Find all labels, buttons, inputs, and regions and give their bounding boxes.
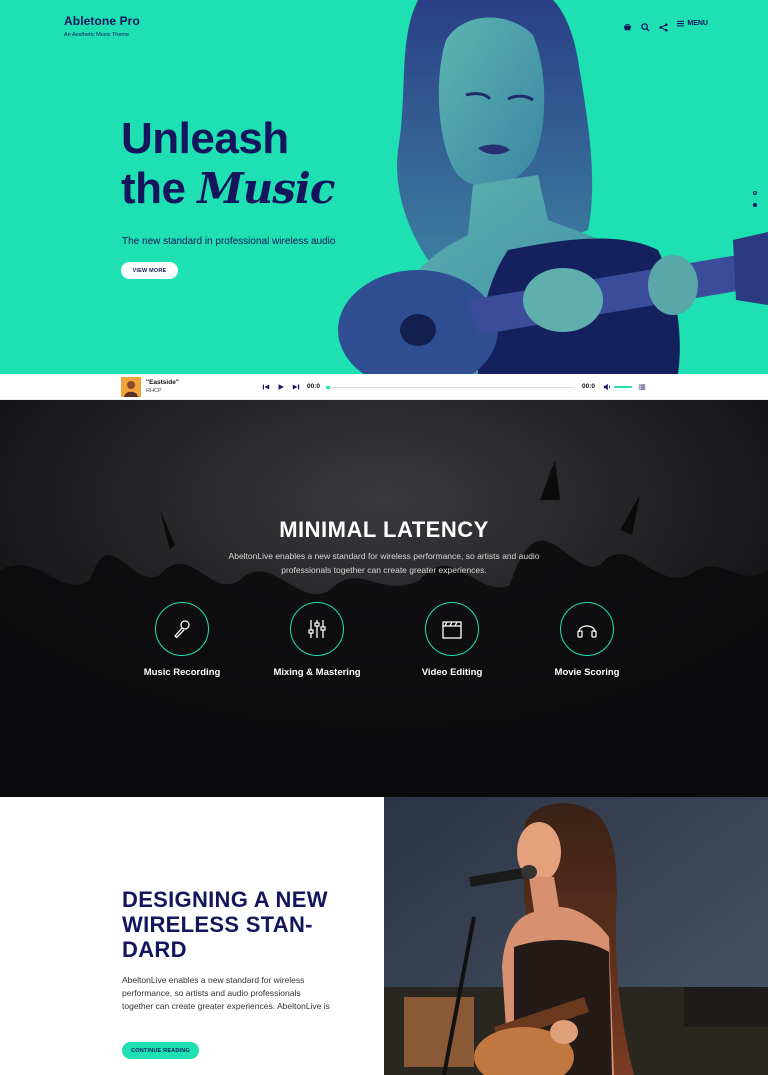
- hero-headline-line2: the Music: [121, 164, 335, 214]
- hero-subtitle: The new standard in professional wireles…: [122, 236, 336, 247]
- hero-section: Abletone Pro An Aesthetic Music Theme ME…: [0, 0, 768, 374]
- feature-label: Movie Scoring: [554, 667, 620, 678]
- slide-dot-1[interactable]: [753, 191, 757, 195]
- slider-pagination: [753, 191, 757, 215]
- play-icon[interactable]: [277, 383, 285, 391]
- slide-dot-2[interactable]: [753, 203, 757, 207]
- microphone-icon: [174, 620, 190, 639]
- track-title: "Eastside": [146, 379, 179, 386]
- headphones-icon: [577, 625, 597, 638]
- album-art-image: [121, 377, 141, 397]
- singer-photo: [384, 797, 768, 1075]
- feature-icon-circle: [155, 602, 209, 656]
- site-tagline: An Aesthetic Music Theme: [64, 32, 130, 38]
- sliders-icon: [308, 620, 326, 638]
- hero-guitarist-image: [338, 0, 768, 374]
- progress-handle[interactable]: [326, 386, 330, 389]
- share-icon[interactable]: [659, 19, 668, 32]
- feature-label: Mixing & Mastering: [273, 667, 361, 678]
- concert-crowd-background: [0, 400, 768, 797]
- feature-label: Music Recording: [143, 667, 221, 678]
- menu-label: MENU: [687, 20, 708, 27]
- view-more-button[interactable]: VIEW MORE: [121, 262, 178, 279]
- playlist-icon[interactable]: [638, 383, 646, 391]
- progress-bar[interactable]: [326, 386, 574, 389]
- track-artist: RHCP: [146, 388, 162, 394]
- hero-headline-prefix: the: [121, 164, 186, 213]
- top-nav: MENU: [623, 19, 708, 32]
- feature-icon-circle: [560, 602, 614, 656]
- features-section: MINIMAL LATENCY AbeltonLive enables a ne…: [0, 400, 768, 797]
- feature-label: Video Editing: [421, 667, 483, 678]
- brand[interactable]: Abletone Pro An Aesthetic Music Theme: [64, 14, 140, 38]
- hero-headline-script: Music: [197, 164, 335, 213]
- search-icon[interactable]: [641, 19, 650, 32]
- feature-movie-scoring[interactable]: Movie Scoring: [527, 602, 647, 678]
- feature-icon-circle: [290, 602, 344, 656]
- feature-music-recording[interactable]: Music Recording: [122, 602, 242, 678]
- site-title[interactable]: Abletone Pro: [64, 14, 140, 28]
- cart-icon[interactable]: [623, 19, 632, 31]
- feature-icon-circle: [425, 602, 479, 656]
- time-total: 00:0: [582, 383, 596, 390]
- audio-player: "Eastside" RHCP 00:0 00:0: [0, 374, 768, 400]
- features-description: AbeltonLive enables a new standard for w…: [228, 551, 540, 575]
- menu-button[interactable]: MENU: [677, 20, 708, 27]
- continue-reading-button[interactable]: CONTINUE READING: [122, 1042, 199, 1059]
- features-title: MINIMAL LATENCY: [279, 517, 489, 542]
- hamburger-icon: [677, 20, 685, 27]
- previous-track-icon[interactable]: [262, 383, 270, 391]
- hero-headline: Unleash the Music: [121, 114, 335, 214]
- volume-slider[interactable]: [614, 386, 632, 388]
- article-title: DESIGNING A NEW WIRELESS STAN-DARD: [122, 887, 328, 962]
- time-elapsed: 00:0: [307, 383, 321, 390]
- next-track-icon[interactable]: [292, 383, 300, 391]
- clapperboard-icon: [442, 621, 462, 639]
- hero-headline-line1: Unleash: [121, 114, 289, 163]
- feature-video-editing[interactable]: Video Editing: [392, 602, 512, 678]
- feature-mixing-mastering[interactable]: Mixing & Mastering: [257, 602, 377, 678]
- volume-icon[interactable]: [603, 383, 611, 391]
- article-excerpt: AbeltonLive enables a new standard for w…: [122, 975, 330, 1011]
